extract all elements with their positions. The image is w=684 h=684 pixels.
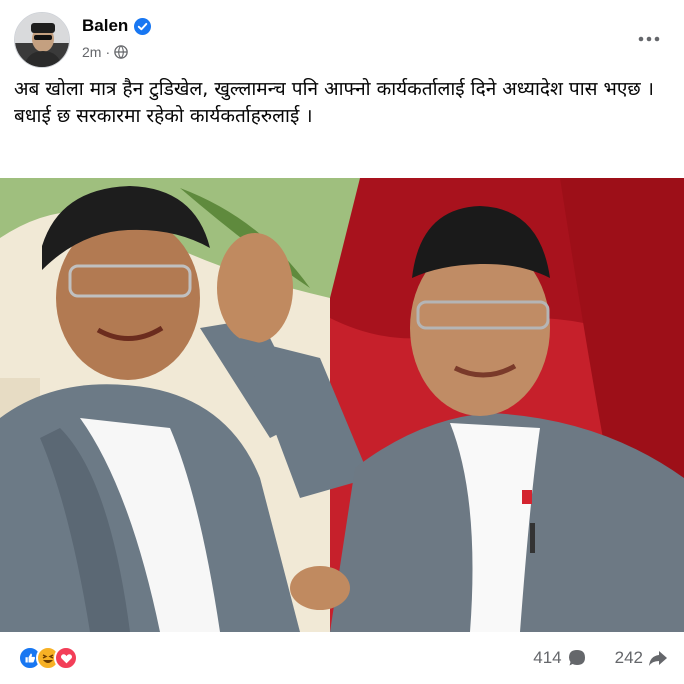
reactions-summary[interactable] — [18, 646, 78, 670]
post-caption: अब खोला मात्र हैन टुडिखेल, खुल्लामन्च पन… — [14, 76, 664, 130]
post-timestamp[interactable]: 2m — [82, 44, 101, 60]
comments-count-button[interactable]: 414 — [533, 648, 586, 668]
comments-count: 414 — [533, 648, 562, 667]
shares-count: 242 — [614, 648, 643, 667]
post-footer: 414 242 — [0, 632, 684, 684]
author-avatar[interactable] — [14, 12, 70, 68]
post-header: Balen 2m · — [14, 12, 670, 68]
post-photo[interactable] — [0, 178, 684, 632]
caption-line-1: अब खोला मात्र हैन टुडिखेल, खुल्लामन्च पन… — [14, 78, 654, 100]
engagement-counts: 414 242 — [533, 648, 668, 668]
globe-icon[interactable] — [114, 45, 128, 59]
love-icon — [54, 646, 78, 670]
caption-line-2: बधाई छ सरकारमा रहेको कार्यकर्ताहरुलाई । — [14, 105, 313, 127]
verified-badge-icon — [134, 17, 152, 35]
more-options-icon — [638, 36, 660, 42]
comment-icon — [568, 650, 585, 666]
shares-count-button[interactable]: 242 — [615, 648, 668, 668]
meta-separator: · — [105, 44, 111, 60]
share-icon — [649, 651, 667, 666]
author-name[interactable]: Balen — [82, 16, 128, 36]
author-name-row: Balen — [82, 16, 152, 36]
post-meta: 2m · — [82, 44, 128, 60]
more-options-button[interactable] — [634, 24, 664, 54]
